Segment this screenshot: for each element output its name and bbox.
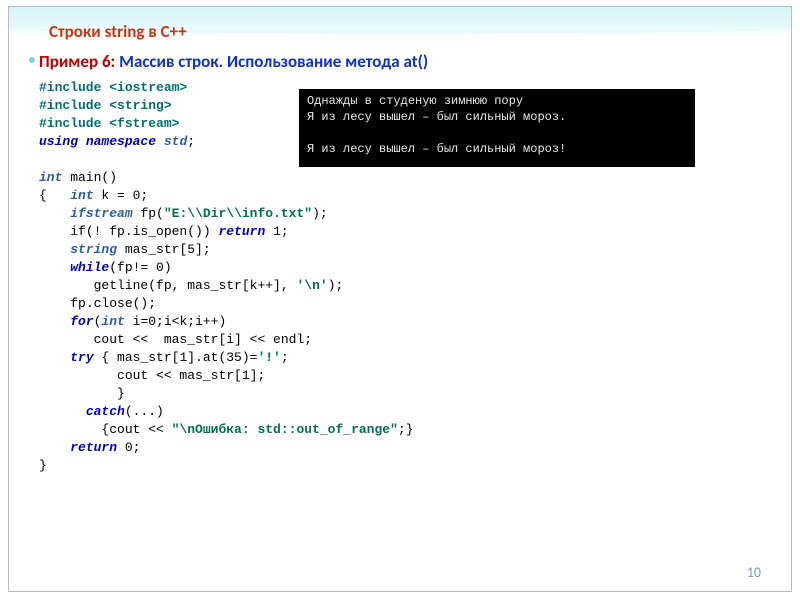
code-string: '\n': [296, 278, 327, 293]
code-text: getline(fp, mas_str[k++],: [70, 278, 296, 293]
code-type: string: [70, 242, 117, 257]
code-text: main(): [62, 170, 117, 185]
code-text: 0;: [117, 440, 140, 455]
code-keyword: catch: [86, 404, 125, 419]
code-type: std: [164, 134, 187, 149]
code-text: fp(: [133, 206, 164, 221]
code-text: cout << mas_str[i] << endl;: [70, 332, 312, 347]
code-text: mas_str[5];: [117, 242, 211, 257]
code-keyword: return: [70, 440, 117, 455]
code-block: #include <iostream> #include <string> #i…: [39, 79, 479, 475]
code-text: if(! fp.is_open()): [70, 224, 218, 239]
code-type: ifstream: [70, 206, 132, 221]
code-text: }: [70, 386, 125, 401]
example-number: Пример 6:: [39, 51, 119, 72]
code-text: ;}: [398, 422, 414, 437]
code-string: "E:\\Dir\\info.txt": [164, 206, 312, 221]
code-text: cout << mas_str[1];: [70, 368, 265, 383]
code-text: k = 0;: [94, 188, 149, 203]
code-text: ;: [187, 134, 195, 149]
code-keyword: try: [70, 350, 93, 365]
code-keyword: for: [70, 314, 93, 329]
code-keyword: while: [70, 260, 109, 275]
code-include: #include <fstream>: [39, 116, 179, 131]
page-number: 10: [747, 564, 761, 581]
code-text: i=0;i<k;i++): [125, 314, 226, 329]
code-string: '!': [257, 350, 280, 365]
slide-frame: Строки string в C++ Пример 6: Массив стр…: [8, 6, 792, 592]
code-text: fp.close();: [70, 296, 156, 311]
code-type: int: [70, 188, 93, 203]
code-type: int: [39, 170, 62, 185]
code-text: {cout <<: [86, 422, 172, 437]
code-include: #include <string>: [39, 98, 172, 113]
code-text: }: [39, 458, 47, 473]
code-text: );: [328, 278, 344, 293]
code-text: );: [312, 206, 328, 221]
code-keyword: using: [39, 134, 78, 149]
slide-title: Строки string в C++: [49, 21, 187, 42]
code-text: (...): [125, 404, 164, 419]
example-heading: Пример 6: Массив строк. Использование ме…: [39, 51, 428, 72]
code-text: (fp!= 0): [109, 260, 171, 275]
code-text: { mas_str[1].at(35)=: [94, 350, 258, 365]
code-string: "\nОшибка: std::out_of_range": [172, 422, 398, 437]
example-description: Массив строк. Использование метода at(): [119, 51, 428, 72]
code-text: 1;: [265, 224, 288, 239]
code-keyword: return: [218, 224, 265, 239]
bullet-icon: [29, 57, 35, 63]
code-include: #include <iostream>: [39, 80, 187, 95]
code-type: int: [101, 314, 124, 329]
code-keyword: namespace: [86, 134, 156, 149]
code-text: {: [39, 188, 47, 203]
code-text: ;: [281, 350, 289, 365]
